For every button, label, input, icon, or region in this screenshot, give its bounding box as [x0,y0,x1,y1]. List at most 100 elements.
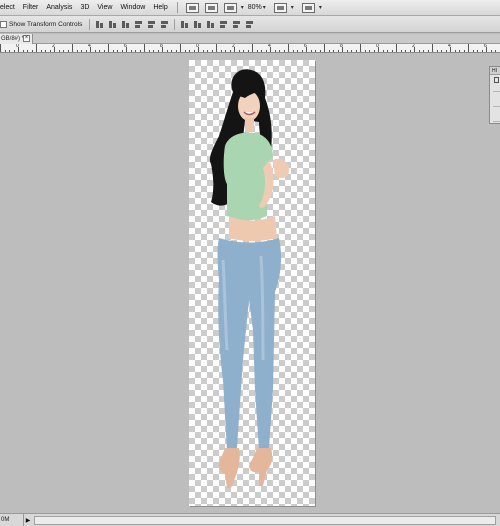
panel-row-3[interactable] [493,107,500,122]
menu-help[interactable]: Help [149,0,171,16]
distribute-horizontal-centers-icon[interactable] [232,20,241,29]
view-extras-icon[interactable] [223,2,237,13]
ruler-tick [139,50,141,52]
ruler-tick [207,50,208,52]
status-bar: 0M ▶ [0,513,500,526]
document-tab[interactable]: GB/8#) * × [0,34,33,44]
ruler-tick [58,50,60,52]
brush-icon [494,77,499,83]
woman-photo-layer [209,69,289,488]
chevron-down-icon[interactable]: ▾ [241,4,244,11]
history-panel[interactable]: HI [489,66,500,124]
close-icon[interactable]: × [23,35,30,42]
align-vertical-centers-icon[interactable] [108,20,117,29]
menu-window[interactable]: Window [116,0,149,16]
mini-bridge-icon[interactable] [204,2,218,13]
menu-view[interactable]: View [93,0,116,16]
ruler-tick [355,50,357,52]
status-menu-arrow-icon[interactable]: ▶ [24,517,32,524]
ruler-tick [108,44,109,52]
zoom-level[interactable]: 80% [248,4,262,11]
ruler-tick [328,50,330,52]
ruler-tick [301,50,303,52]
align-left-edges-icon[interactable] [134,20,143,29]
arrange-chevron-down-icon[interactable]: ▾ [291,4,294,11]
ruler-tick [472,50,474,52]
align-right-edges-icon[interactable] [160,20,169,29]
show-transform-controls-checkbox[interactable] [0,20,7,28]
horizontal-ruler[interactable]: 0 2 4 6 8 0 2 4 6 8 0 2 4 6 [0,44,500,53]
ruler-tick [4,50,6,52]
menu-select[interactable]: elect [0,0,19,16]
panel-title: HI [490,67,500,75]
align-bottom-edges-icon[interactable] [121,20,130,29]
menu-filter[interactable]: Filter [19,0,43,16]
ruler-tick [81,50,82,52]
distribute-left-icon[interactable] [219,20,228,29]
document-canvas[interactable] [189,60,315,506]
ruler-tick [166,50,168,52]
ruler-label: 8 [340,44,343,49]
distribute-top-icon[interactable] [180,20,189,29]
ruler-tick [180,44,181,52]
ruler-tick [121,50,123,52]
ruler-tick [454,50,456,52]
ruler-tick [387,50,388,52]
ruler-label: 2 [52,44,55,49]
ruler-tick [459,50,460,52]
ruler-tick [76,50,78,52]
ruler-label: 6 [484,44,487,49]
ruler-tick [247,50,249,52]
align-top-edges-icon[interactable] [95,20,104,29]
panel-row[interactable] [493,77,500,92]
ruler-tick [391,50,393,52]
ruler-tick [22,50,24,52]
ruler-tick [369,50,370,52]
ruler-tick [13,50,15,52]
ruler-tick [274,50,276,52]
right-heel [249,448,273,486]
ruler-tick [216,44,217,52]
ruler-label: 2 [232,44,235,49]
zoom-chevron-down-icon[interactable]: ▾ [263,4,266,11]
ruler-tick [189,50,190,52]
ruler-tick [144,44,145,52]
ruler-tick [477,50,478,52]
arrange-documents-icon[interactable] [273,2,287,13]
ruler-tick [409,50,411,52]
options-separator [89,18,91,30]
menu-analysis[interactable]: Analysis [42,0,76,16]
ruler-tick [252,44,253,52]
ruler-tick [0,44,1,52]
ruler-tick [333,50,334,52]
ruler-tick [49,50,51,52]
bridge-icon[interactable] [185,2,199,13]
ruler-tick [436,50,438,52]
ruler-label: 2 [412,44,415,49]
horizontal-scrollbar[interactable] [34,515,496,525]
ruler-tick [490,50,492,52]
distribute-vertical-centers-icon[interactable] [193,20,202,29]
screen-mode-icon[interactable] [301,2,315,13]
ruler-label: 6 [124,44,127,49]
screen-mode-chevron-down-icon[interactable]: ▾ [319,4,322,11]
ruler-label: 4 [268,44,271,49]
ruler-tick [175,50,177,52]
ruler-label: 4 [88,44,91,49]
panel-row-2[interactable] [493,92,500,107]
ruler-tick [297,50,298,52]
ruler-tick [346,50,348,52]
align-horizontal-centers-icon[interactable] [147,20,156,29]
menu-3d[interactable]: 3D [76,0,93,16]
ruler-tick [130,50,132,52]
ruler-tick [243,50,244,52]
ruler-tick [31,50,33,52]
ruler-tick [112,50,114,52]
hand [273,158,289,178]
distribute-bottom-icon[interactable] [206,20,215,29]
ruler-tick [184,50,186,52]
ruler-tick [193,50,195,52]
distribute-right-icon[interactable] [245,20,254,29]
ruler-tick [310,50,312,52]
ruler-tick [319,50,321,52]
